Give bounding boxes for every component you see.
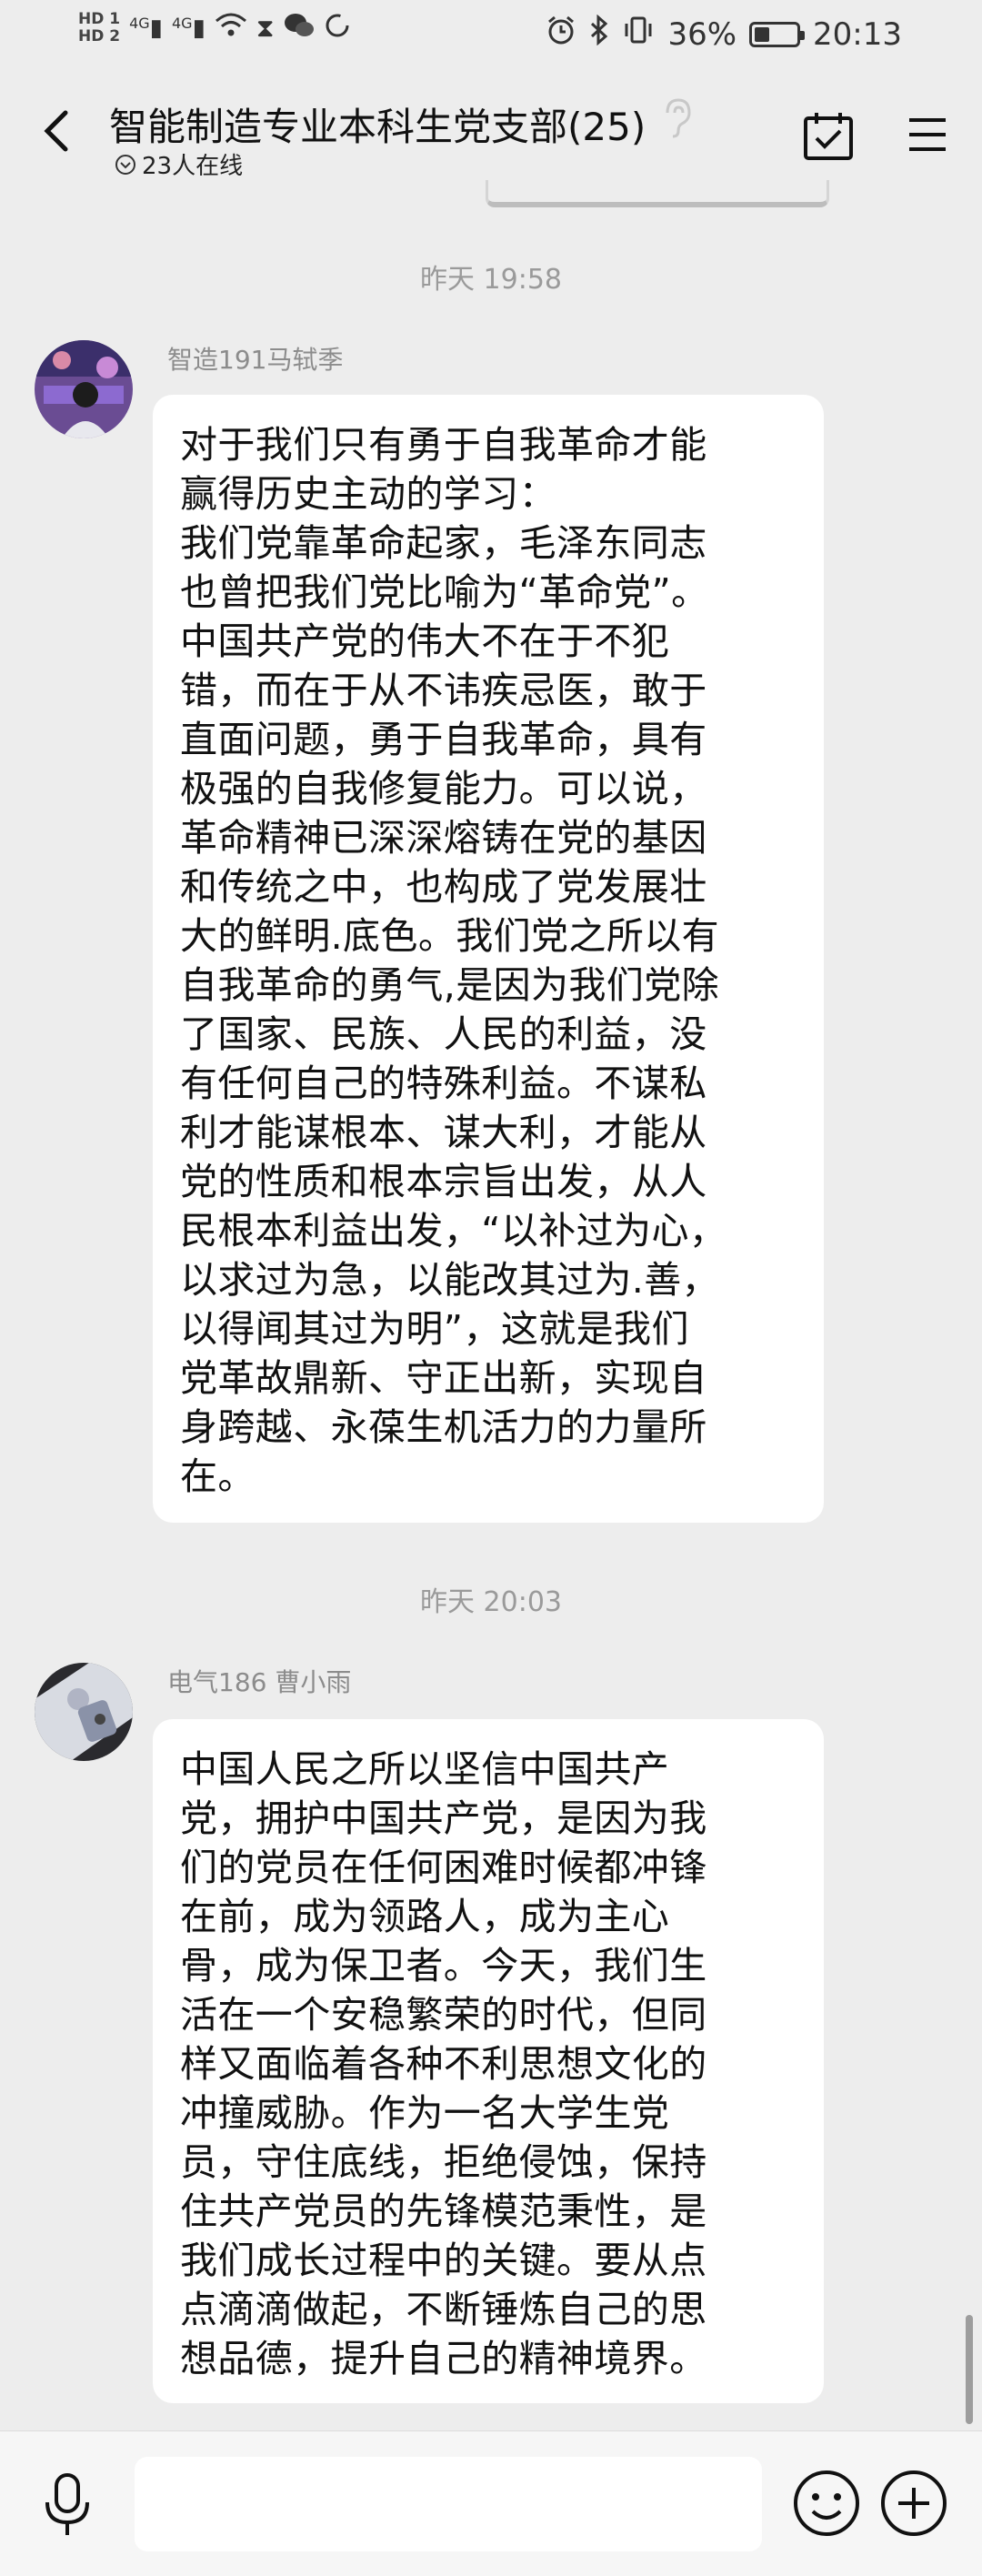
status-left: HD 1 HD 2 4G▮ 4G▮ ⧗	[78, 11, 351, 45]
chat-header: 智能制造专业本科生党支部(25) 23人在线	[0, 73, 982, 191]
sender-name: 智造191马轼季	[167, 345, 344, 375]
vibrate-icon	[622, 15, 655, 54]
signal-2-icon: 4G▮	[171, 15, 205, 42]
emoji-button[interactable]	[791, 2468, 862, 2539]
plus-icon	[881, 2470, 947, 2536]
hd1-label: HD 1	[78, 10, 121, 28]
message-text: 中国人民之所以坚信中国共产 党，拥护中国共产党，是因为我 们的党员在任何困难时候…	[180, 1747, 707, 2380]
message-timestamp: 昨天 19:58	[420, 264, 562, 296]
signal-2-label: 4G	[171, 15, 193, 32]
back-icon	[44, 110, 68, 152]
wifi-icon	[215, 12, 247, 45]
alarm-icon	[546, 15, 576, 54]
loading-icon	[324, 12, 351, 45]
message-bubble[interactable]: 对于我们只有勇于自我革命才能 赢得历史主动的学习： 我们党靠革命起家，毛泽东同志…	[153, 395, 824, 1523]
status-bar: HD 1 HD 2 4G▮ 4G▮ ⧗ 36% 20:13	[0, 0, 982, 73]
hearing-icon[interactable]	[658, 96, 695, 140]
calendar-check-icon	[804, 113, 853, 160]
hd-indicators: HD 1 HD 2	[78, 11, 120, 45]
microphone-icon	[45, 2473, 89, 2535]
scrollbar[interactable]	[966, 2315, 973, 2424]
back-button[interactable]	[35, 107, 82, 155]
sender-name: 电气186 曹小雨	[167, 1667, 352, 1697]
chevron-down-circle-icon	[115, 154, 135, 175]
online-status[interactable]: 23人在线	[115, 147, 243, 181]
online-count: 23人在线	[142, 153, 244, 180]
avatar[interactable]	[35, 340, 133, 438]
wechat-icon	[284, 12, 315, 45]
bluetooth-icon	[589, 14, 609, 54]
menu-icon	[909, 118, 946, 151]
battery-icon	[749, 21, 806, 47]
menu-button[interactable]	[906, 115, 949, 155]
hd2-label: HD 2	[78, 27, 121, 45]
input-bar	[0, 2430, 982, 2576]
message-input[interactable]	[135, 2457, 762, 2551]
status-right: 36% 20:13	[546, 14, 902, 54]
more-button[interactable]	[878, 2468, 949, 2539]
message-bubble[interactable]: 中国人民之所以坚信中国共产 党，拥护中国共产党，是因为我 们的党员在任何困难时候…	[153, 1719, 824, 2403]
previous-message-fragment	[486, 180, 829, 207]
hourglass-icon: ⧗	[256, 13, 275, 43]
voice-button[interactable]	[35, 2470, 100, 2541]
signal-1-icon: 4G▮	[129, 15, 163, 42]
calendar-button[interactable]	[800, 109, 857, 164]
emoji-icon	[794, 2470, 859, 2536]
signal-1-label: 4G	[129, 15, 150, 32]
battery-fill	[755, 26, 769, 42]
message-text: 对于我们只有勇于自我革命才能 赢得历史主动的学习： 我们党靠革命起家，毛泽东同志…	[180, 423, 727, 1498]
clock: 20:13	[813, 15, 902, 53]
message-timestamp: 昨天 20:03	[420, 1586, 562, 1618]
chat-title[interactable]: 智能制造专业本科生党支部(25)	[109, 96, 646, 152]
avatar[interactable]	[35, 1663, 133, 1761]
battery-percent: 36%	[667, 15, 737, 53]
